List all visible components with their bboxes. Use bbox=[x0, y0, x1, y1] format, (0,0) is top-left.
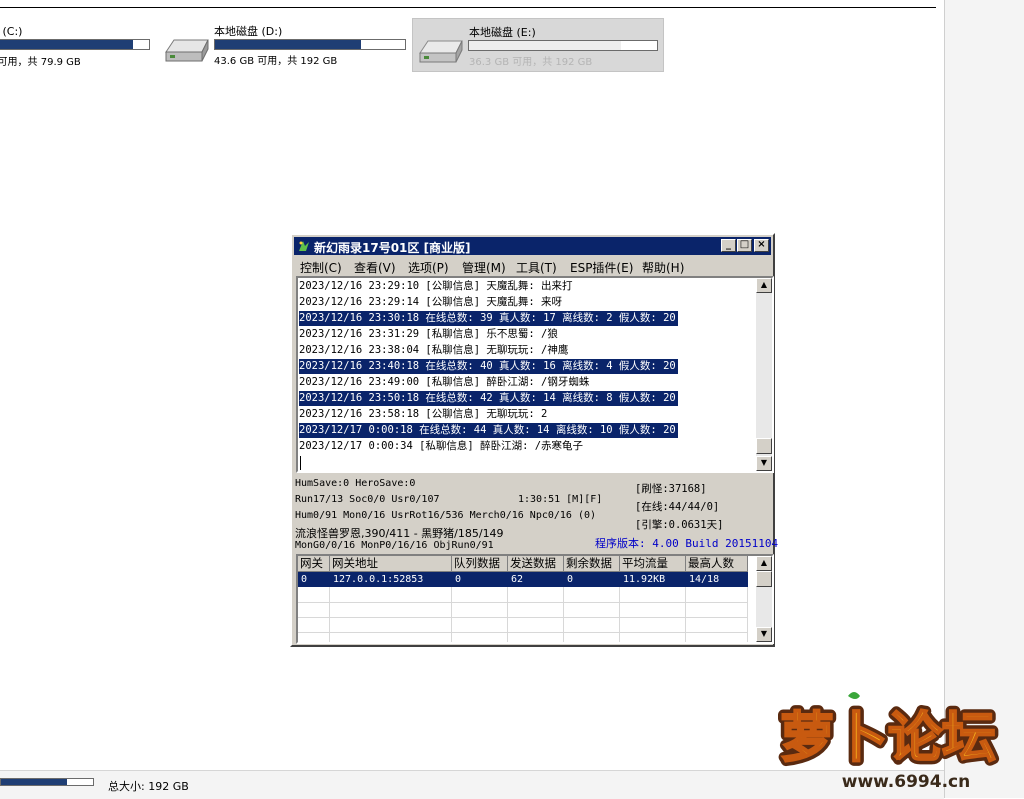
remaining-data: 0 bbox=[567, 574, 574, 585]
log-line: 2023/12/16 23:31:29 [私聊信息] 乐不思蜀: /狼 bbox=[299, 328, 558, 340]
scroll-up-arrow-icon[interactable]: ▲ bbox=[756, 278, 772, 293]
column-header[interactable]: 平均流量 bbox=[620, 556, 686, 572]
menu-bar: 控制(C) 查看(V) 选项(P) 管理(M) 工具(T) ESP插件(E) 帮… bbox=[294, 257, 771, 275]
menu-control[interactable]: 控制(C) bbox=[300, 259, 342, 276]
hum-status: Hum0/91 Mon0/16 UsrRot16/536 Merch0/16 N… bbox=[295, 510, 597, 521]
grid-line bbox=[298, 617, 748, 618]
window-title: 新幻雨录17号01区 [商业版] bbox=[314, 241, 471, 255]
monster-status: 流浪怪兽罗恩,390/411 - 黑野猪/185/149 bbox=[295, 527, 504, 540]
drive-c[interactable]: 盘 (C:) 3 可用，共 79.9 GB bbox=[0, 22, 153, 68]
gateway-index: 0 bbox=[301, 574, 308, 585]
drive-usage-bar bbox=[468, 40, 658, 51]
drive-name: 本地磁盘 (E:) bbox=[469, 26, 536, 39]
drive-e[interactable]: 本地磁盘 (E:) 36.3 GB 可用，共 192 GB bbox=[412, 18, 664, 72]
column-header[interactable]: 队列数据 bbox=[452, 556, 508, 572]
online-count: [在线:44/44/0] bbox=[635, 501, 720, 513]
hard-drive-icon bbox=[419, 40, 463, 63]
log-line-highlighted: 2023/12/17 0:00:18 在线总数: 44 真人数: 14 离线数:… bbox=[299, 423, 678, 438]
menu-esp-plugins[interactable]: ESP插件(E) bbox=[570, 259, 633, 276]
gateway-address: 127.0.0.1:52853 bbox=[333, 574, 424, 585]
log-box[interactable]: 2023/12/16 23:29:10 [公聊信息] 天魔乱舞: 出来打 202… bbox=[296, 276, 774, 473]
log-line: 2023/12/16 23:38:04 [私聊信息] 无聊玩玩: /神鹰 bbox=[299, 344, 569, 356]
explorer-right-panel bbox=[944, 0, 1024, 798]
column-header[interactable]: 发送数据 bbox=[508, 556, 564, 572]
total-usage-fill bbox=[1, 779, 68, 785]
maximize-button[interactable]: □ bbox=[737, 239, 752, 252]
hum-save-status: HumSave:0 HeroSave:0 bbox=[295, 478, 416, 489]
refresh-monster-count: [刷怪:37168] bbox=[635, 483, 707, 495]
drive-free-space: 36.3 GB 可用，共 192 GB bbox=[469, 57, 593, 68]
hard-drive-icon bbox=[165, 39, 209, 62]
scroll-down-arrow-icon[interactable]: ▼ bbox=[756, 627, 772, 642]
table-scrollbar[interactable]: ▲ ▼ bbox=[756, 556, 772, 642]
menu-options[interactable]: 选项(P) bbox=[408, 259, 449, 276]
log-line-highlighted: 2023/12/16 23:40:18 在线总数: 40 真人数: 16 离线数… bbox=[299, 359, 678, 374]
average-traffic: 11.92KB bbox=[623, 574, 666, 585]
column-header[interactable]: 网关地址 bbox=[330, 556, 452, 572]
drive-usage-bar bbox=[214, 39, 406, 50]
drive-usage-bar bbox=[0, 39, 150, 50]
log-line-highlighted: 2023/12/16 23:30:18 在线总数: 39 真人数: 17 离线数… bbox=[299, 311, 678, 326]
close-button[interactable]: × bbox=[754, 239, 769, 252]
version-label: 程序版本: 4.00 Build 20151104 bbox=[595, 537, 779, 550]
scroll-up-arrow-icon[interactable]: ▲ bbox=[756, 556, 772, 571]
drive-free-space: 43.6 GB 可用，共 192 GB bbox=[214, 56, 338, 67]
log-line: 2023/12/16 23:49:00 [私聊信息] 醉卧江湖: /钢牙蜘蛛 bbox=[299, 376, 590, 388]
scroll-down-arrow-icon[interactable]: ▼ bbox=[756, 456, 772, 471]
drive-name: 本地磁盘 (D:) bbox=[214, 25, 283, 38]
minimize-button[interactable]: _ bbox=[721, 239, 736, 252]
column-header[interactable]: 剩余数据 bbox=[564, 556, 620, 572]
drive-usage-fill bbox=[469, 41, 622, 50]
drive-d[interactable]: 本地磁盘 (D:) 43.6 GB 可用，共 192 GB bbox=[160, 18, 410, 70]
queue-data: 0 bbox=[455, 574, 462, 585]
log-line: 2023/12/16 23:58:18 [公聊信息] 无聊玩玩: 2 bbox=[299, 408, 548, 420]
clock-status: 1:30:51 [M][F] bbox=[518, 494, 603, 505]
grid-line bbox=[298, 602, 748, 603]
menu-manage[interactable]: 管理(M) bbox=[462, 259, 506, 276]
max-players: 14/18 bbox=[689, 574, 720, 585]
forum-watermark-logo: 萝卜论坛 萝卜论坛 www.6994.cn bbox=[776, 692, 1001, 792]
menu-help[interactable]: 帮助(H) bbox=[642, 259, 684, 276]
text-caret bbox=[300, 456, 301, 470]
engine-uptime: [引擎:0.0631天] bbox=[635, 519, 724, 531]
log-line: 2023/12/16 23:29:10 [公聊信息] 天魔乱舞: 出来打 bbox=[299, 280, 573, 292]
drive-usage-fill bbox=[0, 40, 133, 49]
log-line-highlighted: 2023/12/16 23:50:18 在线总数: 42 真人数: 14 离线数… bbox=[299, 391, 678, 406]
drive-free-space: 3 可用，共 79.9 GB bbox=[0, 57, 81, 68]
mon-gen-status: MonG0/0/16 MonP0/16/16 ObjRun0/91 bbox=[295, 540, 494, 551]
gateway-table[interactable]: 网关 网关地址 队列数据 发送数据 剩余数据 平均流量 最高人数 0 127.0… bbox=[296, 554, 774, 644]
log-line: 2023/12/16 23:29:14 [公聊信息] 天魔乱舞: 来呀 bbox=[299, 296, 563, 308]
total-size-label: 总大小: 192 GB bbox=[108, 780, 189, 793]
log-scrollbar[interactable]: ▲ ▼ bbox=[756, 278, 772, 471]
total-usage-bar bbox=[0, 778, 94, 786]
title-bar[interactable]: 新幻雨录17号01区 [商业版] _ □ × bbox=[294, 237, 771, 255]
app-icon bbox=[297, 239, 311, 253]
column-header[interactable]: 网关 bbox=[298, 556, 330, 572]
run-status: Run17/13 Soc0/0 Usr0/107 bbox=[295, 494, 440, 505]
sent-data: 62 bbox=[511, 574, 524, 585]
log-line: 2023/12/17 0:00:34 [私聊信息] 醉卧江湖: /赤寒龟子 bbox=[299, 440, 584, 452]
drive-name: 盘 (C:) bbox=[0, 25, 23, 38]
drive-usage-fill bbox=[215, 40, 362, 49]
game-server-window[interactable]: 新幻雨录17号01区 [商业版] _ □ × 控制(C) 查看(V) 选项(P)… bbox=[290, 233, 779, 647]
menu-view[interactable]: 查看(V) bbox=[354, 259, 396, 276]
svg-text:萝卜论坛: 萝卜论坛 bbox=[780, 706, 996, 769]
explorer-top-rule bbox=[0, 7, 936, 8]
table-row[interactable]: 0 127.0.0.1:52853 0 62 0 11.92KB 14/18 bbox=[298, 572, 748, 587]
column-header[interactable]: 最高人数 bbox=[686, 556, 748, 572]
svg-text:www.6994.cn: www.6994.cn bbox=[842, 772, 970, 792]
grid-line bbox=[298, 632, 748, 633]
menu-tools[interactable]: 工具(T) bbox=[516, 259, 557, 276]
scroll-thumb[interactable] bbox=[756, 438, 772, 454]
scroll-thumb[interactable] bbox=[756, 571, 772, 587]
